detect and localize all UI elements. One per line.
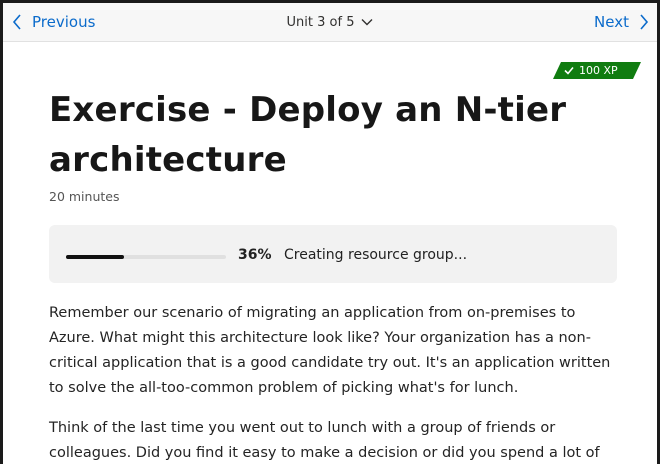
chevron-down-icon (361, 19, 373, 26)
xp-label: 100 XP (579, 64, 618, 77)
unit-label: Unit 3 of 5 (286, 14, 355, 30)
progress-percent: 36% (238, 247, 272, 263)
progress-fill (66, 255, 124, 259)
next-button[interactable]: Next (594, 11, 649, 33)
xp-badge: 100 XP (553, 62, 641, 79)
unit-navigation-bar: Previous Unit 3 of 5 Next (3, 3, 657, 42)
content-paragraph: Think of the last time you went out to l… (49, 420, 600, 461)
next-label: Next (594, 13, 629, 31)
xp-badge-body: 100 XP (553, 62, 641, 79)
progress-panel: 36% Creating resource group... (49, 225, 617, 283)
content-paragraph: Remember our scenario of migrating an ap… (49, 305, 611, 396)
progress-status: Creating resource group... (284, 247, 468, 263)
app-window: Previous Unit 3 of 5 Next 100 XP Exercis… (3, 3, 657, 464)
check-icon (564, 66, 574, 75)
page-title: Exercise - Deploy an N-tier architecture (49, 90, 567, 180)
chevron-right-icon (640, 14, 649, 30)
unit-selector: Unit 3 of 5 (3, 11, 657, 33)
unit-dropdown[interactable]: Unit 3 of 5 (287, 15, 374, 30)
duration-label: 20 minutes (49, 189, 120, 204)
progress-track (66, 255, 226, 259)
unit-content: Remember our scenario of migrating an ap… (49, 301, 623, 464)
